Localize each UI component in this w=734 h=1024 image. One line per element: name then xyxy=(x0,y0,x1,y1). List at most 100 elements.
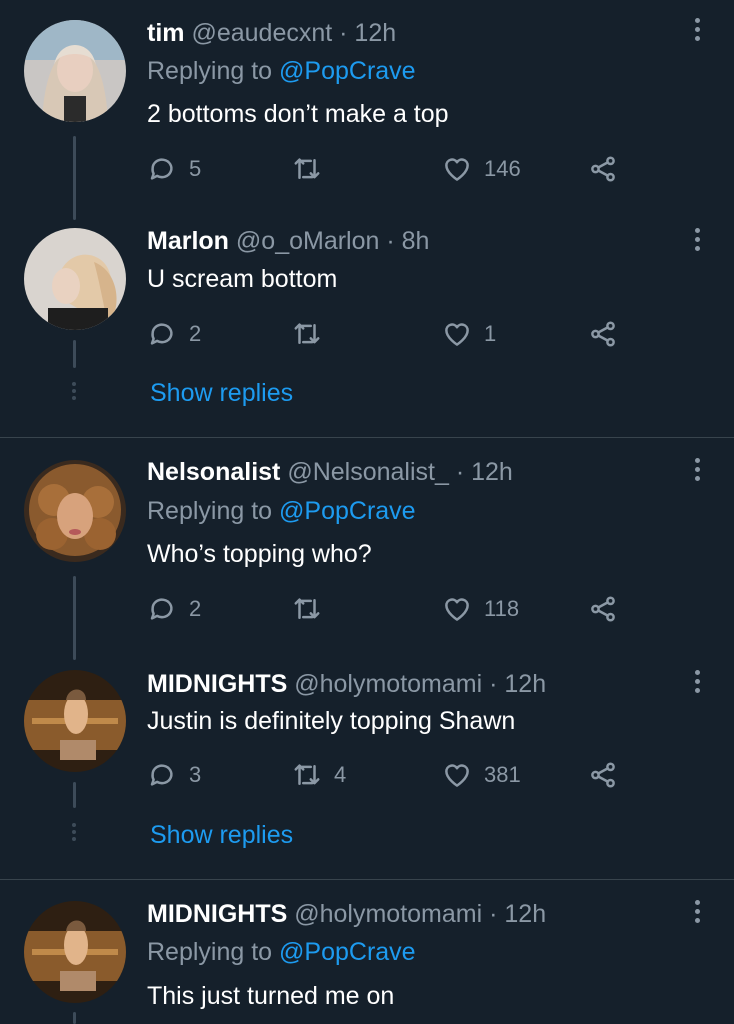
tweet-text: U scream bottom xyxy=(147,265,338,293)
show-replies-link[interactable]: Show replies xyxy=(150,820,293,850)
tweet-actions: 3 4 381 xyxy=(147,758,627,792)
heart-icon xyxy=(442,594,472,624)
retweet-icon xyxy=(292,760,322,790)
reply-count: 2 xyxy=(189,596,202,621)
heart-icon xyxy=(442,760,472,790)
user-handle[interactable]: @holymotomami xyxy=(294,900,482,928)
tweet[interactable]: Marlon @o_oMarlon · 8h U scream bottom 2… xyxy=(0,220,734,438)
tweet-actions: 5 146 xyxy=(147,152,627,186)
avatar[interactable] xyxy=(24,901,126,1003)
reply-count: 3 xyxy=(189,762,202,787)
display-name[interactable]: MIDNIGHTS xyxy=(147,900,287,928)
like-button[interactable]: 1 xyxy=(442,317,496,351)
retweet-count: 4 xyxy=(334,762,347,787)
tweet-header: MIDNIGHTS @holymotomami · 12h xyxy=(147,899,546,929)
retweet-button[interactable] xyxy=(292,592,334,626)
reply-icon xyxy=(147,760,177,790)
share-icon xyxy=(588,594,618,624)
reply-button[interactable]: 5 xyxy=(147,152,201,186)
retweet-button[interactable]: 4 xyxy=(292,758,346,792)
reply-icon xyxy=(147,154,177,184)
thread-line xyxy=(73,1012,76,1024)
tweet[interactable]: Nelsonalist @Nelsonalist_ · 12h Replying… xyxy=(0,438,734,660)
more-options-icon[interactable] xyxy=(690,18,704,48)
share-button[interactable] xyxy=(588,152,618,186)
tweet-text: 2 bottoms don’t make a top xyxy=(147,100,449,128)
more-options-icon[interactable] xyxy=(690,458,704,488)
display-name[interactable]: MIDNIGHTS xyxy=(147,670,287,698)
thread-line xyxy=(73,340,76,368)
reply-button[interactable]: 3 xyxy=(147,758,201,792)
avatar[interactable] xyxy=(24,228,126,330)
reply-button[interactable]: 2 xyxy=(147,317,201,351)
show-replies-link[interactable]: Show replies xyxy=(150,378,293,408)
heart-icon xyxy=(442,154,472,184)
tweet[interactable]: MIDNIGHTS @holymotomami · 12h Justin is … xyxy=(0,660,734,878)
display-name[interactable]: Nelsonalist xyxy=(147,458,280,486)
replying-to: Replying to @PopCrave xyxy=(147,56,416,86)
like-button[interactable]: 381 xyxy=(442,758,521,792)
thread-line xyxy=(73,576,76,660)
like-count: 118 xyxy=(484,596,520,621)
retweet-icon xyxy=(292,319,322,349)
share-button[interactable] xyxy=(588,592,618,626)
mention-link[interactable]: @PopCrave xyxy=(279,57,416,85)
more-options-icon[interactable] xyxy=(690,228,704,258)
timestamp[interactable]: · 12h xyxy=(489,900,546,928)
display-name[interactable]: tim xyxy=(147,19,185,47)
mention-link[interactable]: @PopCrave xyxy=(279,497,416,525)
user-handle[interactable]: @eaudecxnt xyxy=(191,19,332,47)
user-handle[interactable]: @o_oMarlon xyxy=(236,227,380,255)
tweet[interactable]: tim @eaudecxnt · 12h Replying to @PopCra… xyxy=(0,0,734,220)
reply-button[interactable]: 2 xyxy=(147,592,201,626)
like-count: 146 xyxy=(484,156,521,181)
avatar[interactable] xyxy=(24,20,126,122)
tweet-text: Who’s topping who? xyxy=(147,540,372,568)
avatar[interactable] xyxy=(24,670,126,772)
retweet-icon xyxy=(292,154,322,184)
timestamp[interactable]: · 12h xyxy=(339,19,396,47)
reply-count: 5 xyxy=(189,156,202,181)
replying-to: Replying to @PopCrave xyxy=(147,937,416,967)
user-handle[interactable]: @holymotomami xyxy=(294,670,482,698)
user-handle[interactable]: @Nelsonalist_ xyxy=(287,458,449,486)
retweet-button[interactable] xyxy=(292,317,334,351)
more-options-icon[interactable] xyxy=(690,900,704,930)
thread-line xyxy=(73,782,76,808)
thread-dots xyxy=(71,382,77,403)
timestamp[interactable]: · 8h xyxy=(386,227,429,255)
more-options-icon[interactable] xyxy=(690,670,704,700)
thread-dots xyxy=(71,823,77,844)
like-count: 1 xyxy=(484,321,497,346)
mention-link[interactable]: @PopCrave xyxy=(279,938,416,966)
like-count: 381 xyxy=(484,762,521,787)
heart-icon xyxy=(442,319,472,349)
reply-icon xyxy=(147,319,177,349)
timestamp[interactable]: · 12h xyxy=(456,458,513,486)
tweet-header: Nelsonalist @Nelsonalist_ · 12h xyxy=(147,457,513,487)
share-button[interactable] xyxy=(588,758,618,792)
tweet[interactable]: MIDNIGHTS @holymotomami · 12h Replying t… xyxy=(0,880,734,1024)
tweet-text: Justin is definitely topping Shawn xyxy=(147,707,516,735)
reply-count: 2 xyxy=(189,321,202,346)
share-icon xyxy=(588,154,618,184)
timestamp[interactable]: · 12h xyxy=(489,670,546,698)
retweet-button[interactable] xyxy=(292,152,334,186)
share-icon xyxy=(588,760,618,790)
tweet-header: MIDNIGHTS @holymotomami · 12h xyxy=(147,669,546,699)
avatar[interactable] xyxy=(24,460,126,562)
share-button[interactable] xyxy=(588,317,618,351)
replying-to: Replying to @PopCrave xyxy=(147,496,416,526)
retweet-icon xyxy=(292,594,322,624)
replying-to-label: Replying to xyxy=(147,57,273,85)
replying-to-label: Replying to xyxy=(147,938,273,966)
tweet-actions: 2 118 xyxy=(147,592,627,626)
display-name[interactable]: Marlon xyxy=(147,227,229,255)
tweet-header: tim @eaudecxnt · 12h xyxy=(147,18,396,48)
share-icon xyxy=(588,319,618,349)
reply-icon xyxy=(147,594,177,624)
tweet-text: This just turned me on xyxy=(147,982,395,1010)
like-button[interactable]: 118 xyxy=(442,592,519,626)
like-button[interactable]: 146 xyxy=(442,152,521,186)
tweet-header: Marlon @o_oMarlon · 8h xyxy=(147,226,429,256)
